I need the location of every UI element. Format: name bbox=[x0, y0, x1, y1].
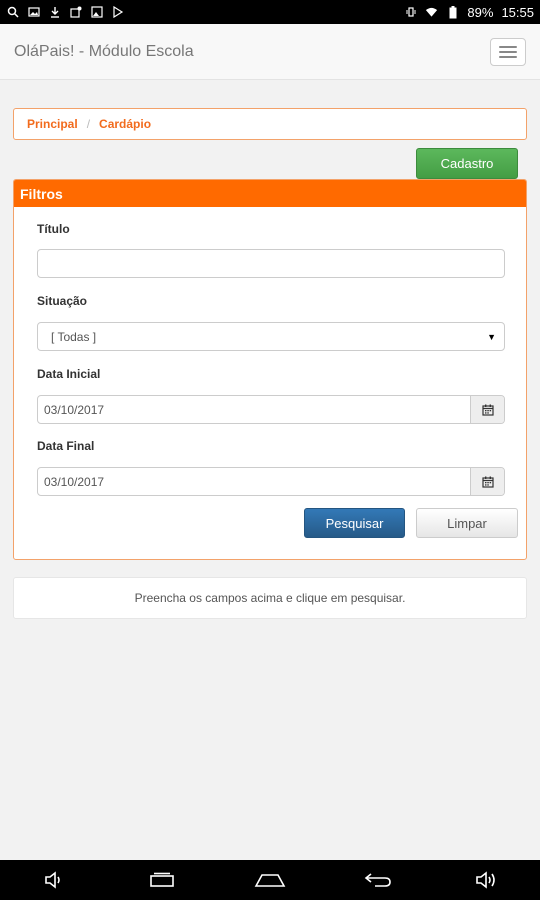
filters-panel: Filtros Título Situação [ Todas ] ▼ Data… bbox=[13, 179, 527, 560]
navigation-bar bbox=[0, 860, 540, 900]
pesquisar-button[interactable]: Pesquisar bbox=[304, 508, 405, 538]
clock: 15:55 bbox=[501, 4, 534, 20]
volume-down-icon[interactable] bbox=[36, 868, 72, 892]
data-final-field: 03/10/2017 bbox=[37, 467, 505, 496]
situacao-label: Situação bbox=[37, 294, 88, 308]
titulo-label: Título bbox=[37, 222, 70, 236]
play-store-icon bbox=[111, 6, 124, 19]
hamburger-icon-bar bbox=[499, 55, 517, 58]
back-icon[interactable] bbox=[360, 868, 396, 892]
titulo-input[interactable] bbox=[37, 249, 505, 278]
battery-percentage: 89% bbox=[467, 4, 494, 20]
situacao-selected-value: [ Todas ] bbox=[51, 329, 97, 344]
system-icons: 89% 15:55 bbox=[404, 5, 534, 20]
app-header: OláPais! - Módulo Escola bbox=[0, 24, 540, 80]
breadcrumb-principal[interactable]: Principal bbox=[27, 117, 78, 131]
download-icon bbox=[48, 6, 61, 19]
image-icon bbox=[27, 6, 40, 19]
app-title: OláPais! - Módulo Escola bbox=[14, 42, 194, 60]
breadcrumb-separator: / bbox=[86, 117, 91, 131]
volume-up-icon[interactable] bbox=[468, 868, 504, 892]
cadastro-button[interactable]: Cadastro bbox=[416, 148, 518, 179]
status-bar: 89% 15:55 bbox=[0, 0, 540, 24]
data-inicial-label: Data Inicial bbox=[37, 367, 101, 381]
hamburger-icon bbox=[499, 45, 517, 48]
home-icon[interactable] bbox=[252, 868, 288, 892]
photo-settings-icon bbox=[69, 6, 82, 19]
vibrate-icon bbox=[404, 6, 417, 19]
data-inicial-field: 03/10/2017 bbox=[37, 395, 505, 424]
gallery-icon bbox=[90, 6, 103, 19]
info-message: Preencha os campos acima e clique em pes… bbox=[13, 577, 527, 619]
search-icon bbox=[6, 6, 19, 19]
calendar-icon[interactable] bbox=[470, 468, 504, 495]
recent-apps-icon[interactable] bbox=[144, 868, 180, 892]
menu-button[interactable] bbox=[490, 37, 526, 66]
data-inicial-input[interactable]: 03/10/2017 bbox=[38, 396, 470, 423]
breadcrumb: Principal / Cardápio bbox=[13, 108, 527, 140]
calendar-icon[interactable] bbox=[470, 396, 504, 423]
caret-down-icon: ▼ bbox=[487, 331, 496, 342]
breadcrumb-cardapio[interactable]: Cardápio bbox=[99, 117, 151, 131]
situacao-select[interactable]: [ Todas ] ▼ bbox=[37, 322, 505, 351]
filters-heading: Filtros bbox=[14, 180, 526, 207]
wifi-icon bbox=[425, 6, 438, 19]
limpar-button[interactable]: Limpar bbox=[416, 508, 518, 538]
data-final-input[interactable]: 03/10/2017 bbox=[38, 468, 470, 495]
hamburger-icon-bar bbox=[499, 50, 517, 53]
notification-icons bbox=[6, 6, 124, 19]
data-final-label: Data Final bbox=[37, 439, 95, 453]
battery-icon bbox=[446, 5, 459, 19]
